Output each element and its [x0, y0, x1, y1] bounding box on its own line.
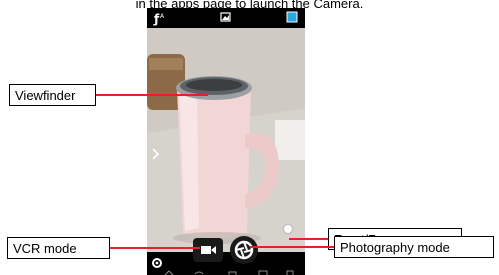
- vcr-mode-callout: VCR mode: [7, 237, 110, 259]
- svg-text:A: A: [160, 13, 165, 20]
- shutter-icon[interactable]: [230, 236, 258, 264]
- viewfinder-image: [147, 28, 305, 252]
- front-rear-camera-leader: [289, 238, 328, 240]
- photography-mode-callout: Photography mode: [334, 236, 494, 258]
- svg-text:ƒ: ƒ: [153, 12, 160, 26]
- viewfinder-leader: [96, 94, 208, 96]
- menu-icon: [258, 270, 268, 275]
- back-icon: [194, 271, 204, 275]
- top-bar-icons: ƒ A: [153, 11, 298, 26]
- navigation-bar: [164, 270, 294, 275]
- camera-viewfinder[interactable]: [147, 28, 305, 252]
- phone-screen: ƒ A: [147, 8, 305, 275]
- chevron-right-icon[interactable]: [150, 146, 162, 162]
- home-icon: [164, 270, 174, 275]
- gallery-icon[interactable]: [220, 12, 231, 22]
- camera-top-bar: ƒ A: [147, 8, 305, 28]
- viewfinder-callout: Viewfinder: [9, 84, 96, 106]
- thumbnail-icon[interactable]: [286, 11, 298, 23]
- vcr-mode-leader: [110, 247, 200, 249]
- settings-icon[interactable]: [152, 258, 162, 268]
- flash-icon[interactable]: ƒ A: [153, 12, 165, 26]
- video-camera-icon[interactable]: [193, 238, 223, 262]
- photography-mode-leader: [250, 246, 334, 248]
- screenshot-icon: [286, 270, 294, 275]
- front-rear-camera-toggle[interactable]: [284, 225, 292, 233]
